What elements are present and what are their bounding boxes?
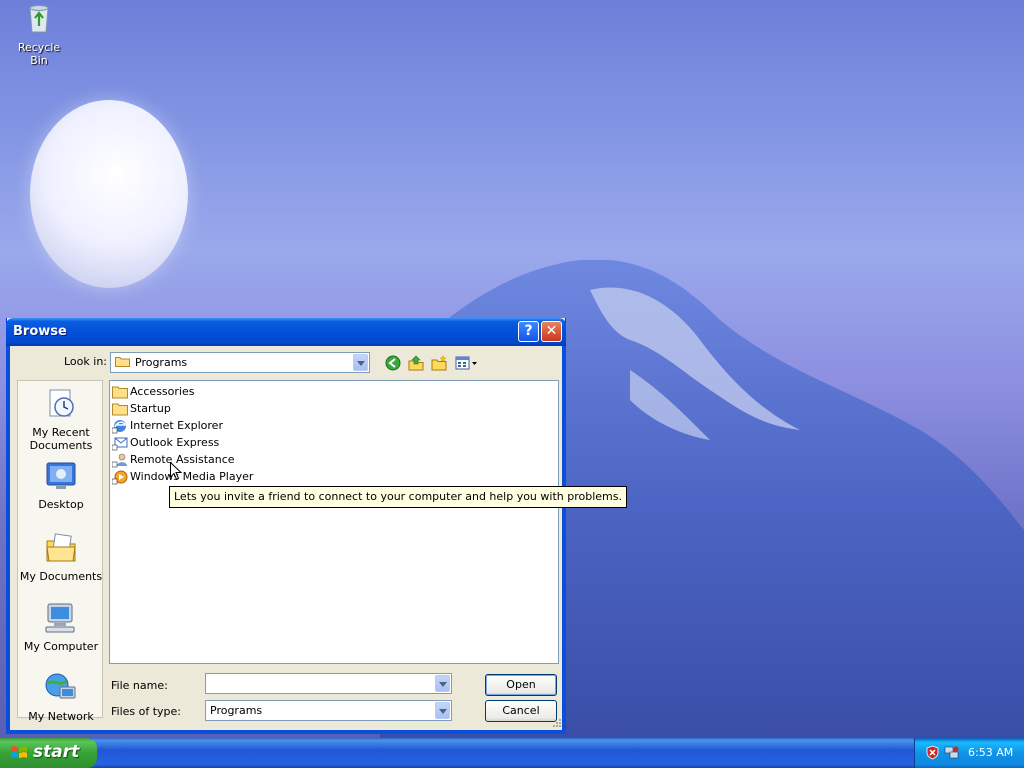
dialog-border-right: [562, 346, 566, 734]
network-icon[interactable]: [944, 745, 959, 760]
list-item-label: Outlook Express: [130, 436, 220, 449]
start-button[interactable]: start: [0, 738, 97, 768]
folder-icon: [112, 403, 128, 416]
dialog-title: Browse: [13, 324, 67, 339]
internet-explorer-icon: [112, 420, 126, 434]
folder-icon: [115, 357, 130, 367]
chevron-down-icon[interactable]: [353, 354, 368, 371]
mouse-cursor-icon: [170, 462, 182, 481]
new-folder-icon[interactable]: [431, 355, 447, 371]
list-item-label: Remote Assistance: [130, 453, 235, 466]
place-label: Desktop: [38, 498, 84, 511]
dialog-border-left: [6, 346, 10, 734]
list-item-label: Windows Media Player: [130, 470, 254, 483]
outlook-express-icon: [112, 437, 128, 451]
place-label: My Computer: [23, 640, 99, 653]
close-button[interactable]: ✕: [541, 321, 562, 342]
my-network-icon: [45, 673, 76, 699]
desktop-icon: [46, 462, 76, 489]
recycle-bin-label: Recycle Bin: [17, 41, 61, 67]
back-icon[interactable]: [385, 355, 401, 371]
place-label: My Recent: [32, 426, 90, 439]
help-button[interactable]: ?: [518, 321, 539, 342]
remote-assistance-icon: [112, 453, 127, 468]
tooltip: Lets you invite a friend to connect to y…: [169, 486, 627, 508]
moon-wallpaper: [30, 100, 188, 288]
resize-grip-icon[interactable]: [552, 718, 562, 728]
files-of-type-dropdown[interactable]: Programs: [205, 700, 452, 721]
place-label: My Network: [28, 710, 94, 723]
file-list[interactable]: Accessories Startup Internet Explorer Ou…: [109, 380, 559, 664]
dialog-titlebar[interactable]: Browse ? ✕: [6, 318, 566, 346]
files-of-type-value: Programs: [210, 704, 263, 717]
look-in-label: Look in:: [64, 355, 107, 368]
file-name-input[interactable]: [205, 673, 452, 694]
chevron-down-icon[interactable]: [435, 702, 450, 719]
clock: 6:53 AM: [968, 746, 1014, 759]
file-name-label: File name:: [111, 679, 168, 692]
place-my-documents[interactable]: My Documents: [18, 531, 104, 583]
security-alert-icon[interactable]: [925, 745, 940, 760]
place-label-line2: Documents: [29, 439, 93, 452]
recent-documents-icon: [49, 389, 74, 417]
places-bar: My Recent Documents Desktop My Documents: [17, 380, 104, 723]
open-button[interactable]: Open: [485, 674, 557, 696]
browse-dialog: Browse ? ✕ Look in: Programs My Recent D…: [6, 318, 566, 734]
start-label: start: [33, 742, 80, 762]
look-in-value: Programs: [135, 356, 188, 369]
chevron-down-icon[interactable]: [435, 675, 450, 692]
place-my-network[interactable]: My Network: [18, 671, 104, 723]
list-item-label: Accessories: [130, 385, 195, 398]
list-item-label: Internet Explorer: [130, 419, 223, 432]
place-my-computer[interactable]: My Computer: [18, 601, 104, 653]
list-item-label: Startup: [130, 402, 171, 415]
place-my-recent-documents[interactable]: My Recent Documents: [18, 387, 104, 452]
my-computer-icon: [45, 603, 75, 633]
system-tray: 6:53 AM: [914, 738, 1024, 768]
up-folder-icon[interactable]: [408, 355, 424, 371]
media-player-icon: [112, 470, 128, 485]
dialog-border-bottom: [6, 730, 566, 734]
cancel-button[interactable]: Cancel: [485, 700, 557, 722]
taskbar: start 6:53 AM: [0, 738, 1024, 768]
place-desktop[interactable]: Desktop: [18, 459, 104, 511]
my-documents-icon: [46, 533, 76, 562]
place-label: My Documents: [19, 570, 103, 583]
desktop-icon-recycle-bin[interactable]: Recycle Bin: [8, 2, 70, 67]
look-in-dropdown[interactable]: Programs: [110, 352, 370, 373]
windows-logo-icon: [11, 746, 27, 758]
recycle-bin-icon: [29, 5, 49, 33]
files-of-type-label: Files of type:: [111, 705, 182, 718]
folder-icon: [112, 386, 128, 399]
view-menu-icon[interactable]: [455, 355, 479, 371]
